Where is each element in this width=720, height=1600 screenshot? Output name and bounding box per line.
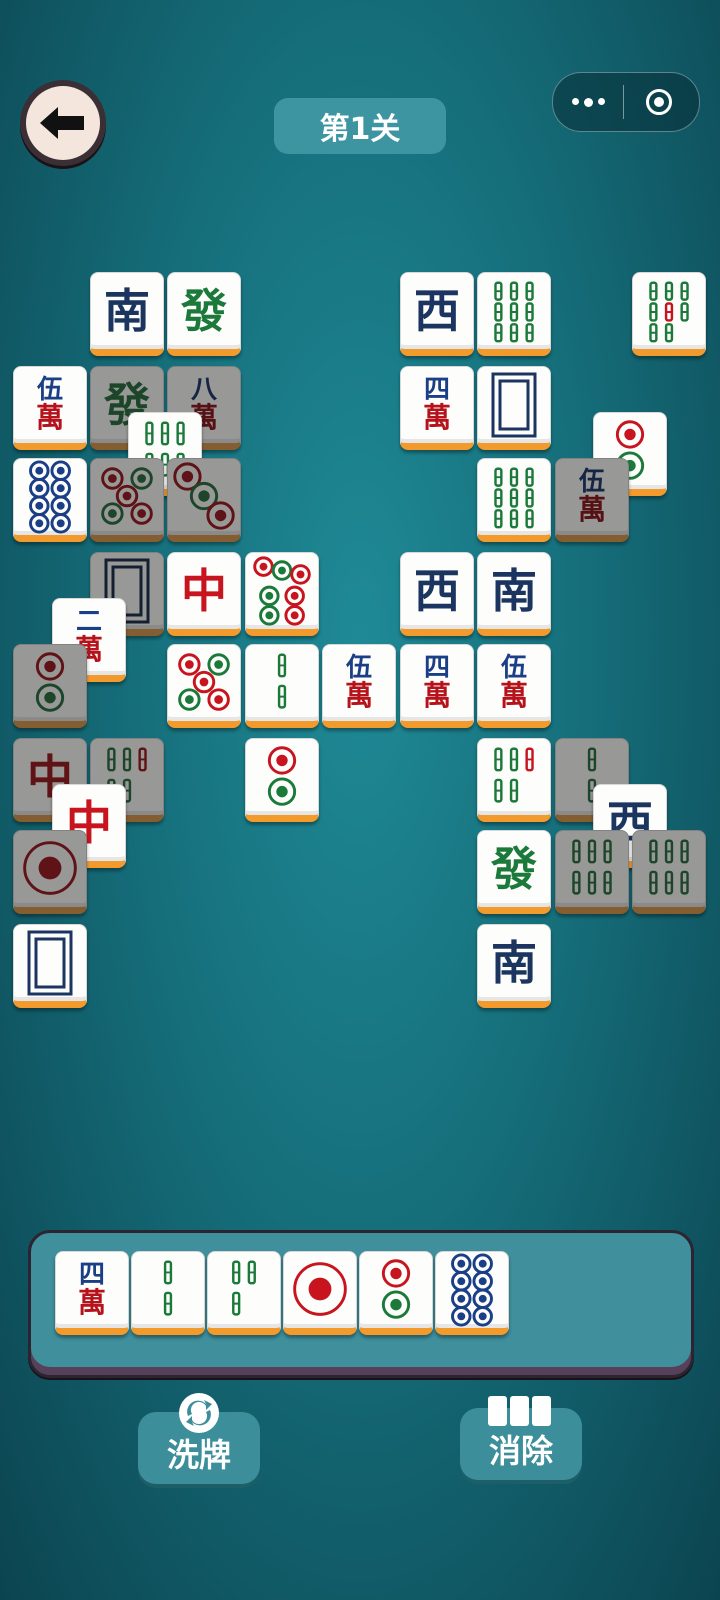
tile-glyph: 西 — [414, 564, 460, 618]
tile-glyph: 南 — [491, 936, 537, 990]
dots-icon — [35, 652, 65, 712]
mahjong-tile-white-dragon[interactable] — [13, 924, 87, 1008]
three-tiles-icon — [488, 1396, 551, 1426]
mahjong-tile-dots[interactable] — [245, 552, 319, 636]
bamboo-icon — [163, 1260, 173, 1316]
mahjong-tile-honor[interactable]: 西 — [400, 272, 474, 356]
bamboo-icon — [649, 839, 689, 895]
mahjong-tile-honor[interactable]: 南 — [477, 924, 551, 1008]
tile-number: 伍 — [345, 653, 372, 684]
tile-number: 四 — [423, 653, 450, 684]
tile-number: 伍 — [500, 653, 527, 684]
mahjong-tile-bamboo — [632, 830, 706, 914]
tile-glyph: 發 — [491, 842, 537, 896]
bamboo-icon — [649, 281, 689, 343]
tile-tray: 四萬 — [28, 1230, 694, 1378]
level-title: 第1关 — [274, 98, 446, 154]
tile-number: 二 — [75, 607, 102, 638]
dots-icon — [29, 460, 71, 534]
dots-icon — [451, 1253, 493, 1327]
bamboo-icon — [232, 1260, 256, 1316]
mahjong-tile-dots — [13, 644, 87, 728]
mahjong-tile-dots-in-tray — [435, 1251, 509, 1335]
tile-number: 四 — [78, 1260, 105, 1291]
white-dragon-icon — [27, 930, 73, 996]
dots-icon — [253, 556, 311, 626]
mahjong-tile-white-dragon[interactable] — [477, 366, 551, 450]
mahjong-tile-character[interactable]: 伍萬 — [477, 644, 551, 728]
mahjong-tile-dots — [90, 458, 164, 542]
mahjong-tile-bamboo-in-tray — [207, 1251, 281, 1335]
bamboo-icon — [494, 281, 534, 343]
back-arrow-icon — [26, 86, 100, 160]
mahjong-tile-honor[interactable]: 南 — [477, 552, 551, 636]
mahjong-tile-character-in-tray: 四萬 — [55, 1251, 129, 1335]
mahjong-tile-character[interactable]: 四萬 — [400, 366, 474, 450]
tile-suit: 萬 — [344, 679, 373, 713]
bamboo-icon — [494, 467, 534, 529]
tile-suit: 萬 — [422, 679, 451, 713]
white-dragon-icon — [491, 372, 537, 438]
mahjong-tile-honor[interactable]: 發 — [477, 830, 551, 914]
close-mini-program-icon[interactable] — [624, 89, 694, 115]
mahjong-tile-dots[interactable] — [13, 458, 87, 542]
mahjong-tile-character[interactable]: 伍萬 — [13, 366, 87, 450]
clear-button[interactable]: 消除 — [460, 1396, 582, 1480]
mahjong-tile-bamboo-in-tray — [131, 1251, 205, 1335]
mahjong-tile-character[interactable]: 四萬 — [400, 644, 474, 728]
back-button[interactable] — [20, 80, 106, 166]
dots-icon — [178, 653, 230, 711]
tile-suit: 萬 — [577, 493, 606, 527]
tile-number: 八 — [190, 375, 217, 406]
tile-suit: 萬 — [422, 401, 451, 435]
mahjong-tile-honor[interactable]: 西 — [400, 552, 474, 636]
bamboo-icon — [494, 747, 534, 803]
dots-icon — [381, 1259, 411, 1319]
dots-icon — [23, 841, 77, 895]
tile-glyph: 發 — [181, 284, 227, 338]
shuffle-button[interactable]: 洗牌 — [138, 1393, 260, 1484]
mahjong-tile-character: 伍萬 — [555, 458, 629, 542]
tile-number: 四 — [423, 375, 450, 406]
mahjong-tile-dots-in-tray — [283, 1251, 357, 1335]
shuffle-icon — [179, 1393, 219, 1433]
clear-label: 消除 — [488, 1432, 553, 1470]
mahjong-tile-honor[interactable]: 中 — [167, 552, 241, 636]
mahjong-tile-dots-in-tray — [359, 1251, 433, 1335]
mahjong-tile-bamboo[interactable] — [477, 458, 551, 542]
tile-glyph: 中 — [181, 564, 227, 618]
mini-program-capsule — [552, 72, 700, 132]
mahjong-tile-honor[interactable]: 發 — [167, 272, 241, 356]
tile-suit: 萬 — [77, 1286, 106, 1320]
dots-icon — [101, 467, 153, 525]
mahjong-tile-bamboo[interactable] — [632, 272, 706, 356]
tile-glyph: 南 — [491, 564, 537, 618]
bamboo-icon — [277, 653, 287, 709]
mahjong-tile-bamboo — [555, 830, 629, 914]
dots-icon — [293, 1262, 347, 1316]
tile-suit: 萬 — [499, 679, 528, 713]
mahjong-tile-dots — [13, 830, 87, 914]
tile-glyph: 西 — [414, 284, 460, 338]
tile-suit: 萬 — [35, 401, 64, 435]
tile-glyph: 南 — [104, 284, 150, 338]
dots-icon — [173, 462, 235, 530]
mahjong-tile-bamboo[interactable] — [477, 272, 551, 356]
dots-icon — [267, 746, 297, 806]
mahjong-tile-dots[interactable] — [245, 738, 319, 822]
shuffle-label: 洗牌 — [166, 1436, 231, 1474]
mahjong-tile-bamboo[interactable] — [477, 738, 551, 822]
mahjong-tile-dots — [167, 458, 241, 542]
mahjong-tile-dots[interactable] — [167, 644, 241, 728]
mahjong-tile-honor[interactable]: 南 — [90, 272, 164, 356]
mahjong-tile-bamboo[interactable] — [245, 644, 319, 728]
more-options-icon[interactable] — [553, 97, 623, 107]
bamboo-icon — [572, 839, 612, 895]
tile-number: 伍 — [36, 375, 63, 406]
tile-number: 伍 — [578, 467, 605, 498]
mahjong-tile-character[interactable]: 伍萬 — [322, 644, 396, 728]
